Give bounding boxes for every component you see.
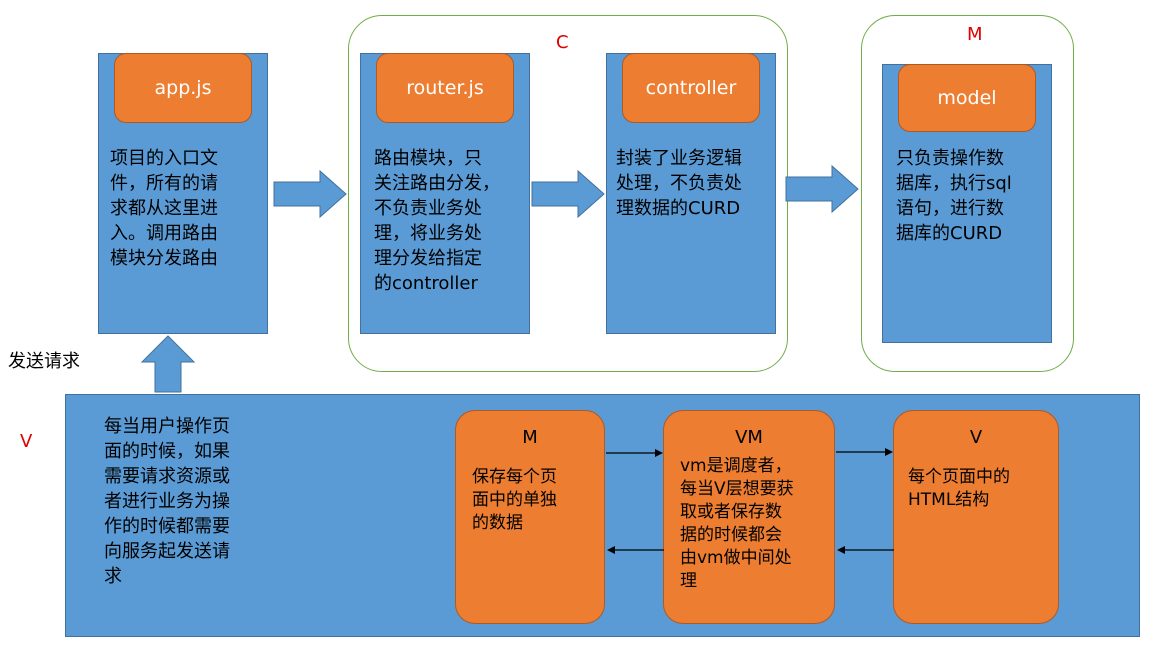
view-desc: 每当用户操作页 面的时候，如果 需要请求资源或 者进行业务为操 作的时候都需要 … [104,416,230,587]
send-request-label: 发送请求 [8,351,80,372]
app-title: app.js [154,77,212,99]
arrow-router-to-controller [531,169,605,219]
router-title: router.js [406,77,484,99]
viewmodel-box: VM vm是调度者， 每当V层想要获 取或者保存数 据的时候都会 由vm做中间处… [663,410,835,624]
viewmodel-desc: vm是调度者， 每当V层想要获 取或者保存数 据的时候都会 由vm做中间处 理 [680,456,794,591]
view-box-desc: 每个页面中的 HTML结构 [908,467,1010,510]
app-desc: 项目的入口文 件，所有的请 求都从这里进 入。调用路由 模块分发路由 [110,148,218,269]
app-title-box: app.js [114,53,252,123]
view-model-box: M 保存每个页 面中的单独 的数据 [455,410,605,624]
arrow-controller-to-model [785,164,859,214]
model-title-box: model [898,64,1036,132]
arrow-view-to-app [140,335,196,393]
controller-desc: 封装了业务逻辑 处理，不负责处 理数据的CURD [616,148,742,219]
model-desc: 只负责操作数 据库，执行sql 语句，进行数 据库的CURD [896,148,1012,244]
view-box: V 每个页面中的 HTML结构 [893,410,1059,624]
controller-title-box: controller [622,53,760,123]
view-model-title: M [522,427,538,448]
controller-title: controller [645,77,737,99]
router-title-box: router.js [376,53,514,123]
view-layer-label: V [20,431,33,452]
viewmodel-title: VM [735,427,763,448]
model-title: model [937,87,997,109]
controller-group-label: C [556,32,569,53]
arrow-vm-to-m [607,546,664,554]
arrow-vm-to-v [836,448,893,456]
arrow-app-to-router [273,169,347,219]
view-box-title: V [969,427,983,448]
router-desc: 路由模块，只 关注路由分发， 不负责业务处 理，将业务处 理分发给指定 的con… [374,148,500,294]
view-model-desc: 保存每个页 面中的单独 的数据 [472,467,557,533]
arrow-v-to-vm [837,546,894,554]
arrow-m-to-vm [606,449,663,457]
model-group-label: M [967,24,983,45]
